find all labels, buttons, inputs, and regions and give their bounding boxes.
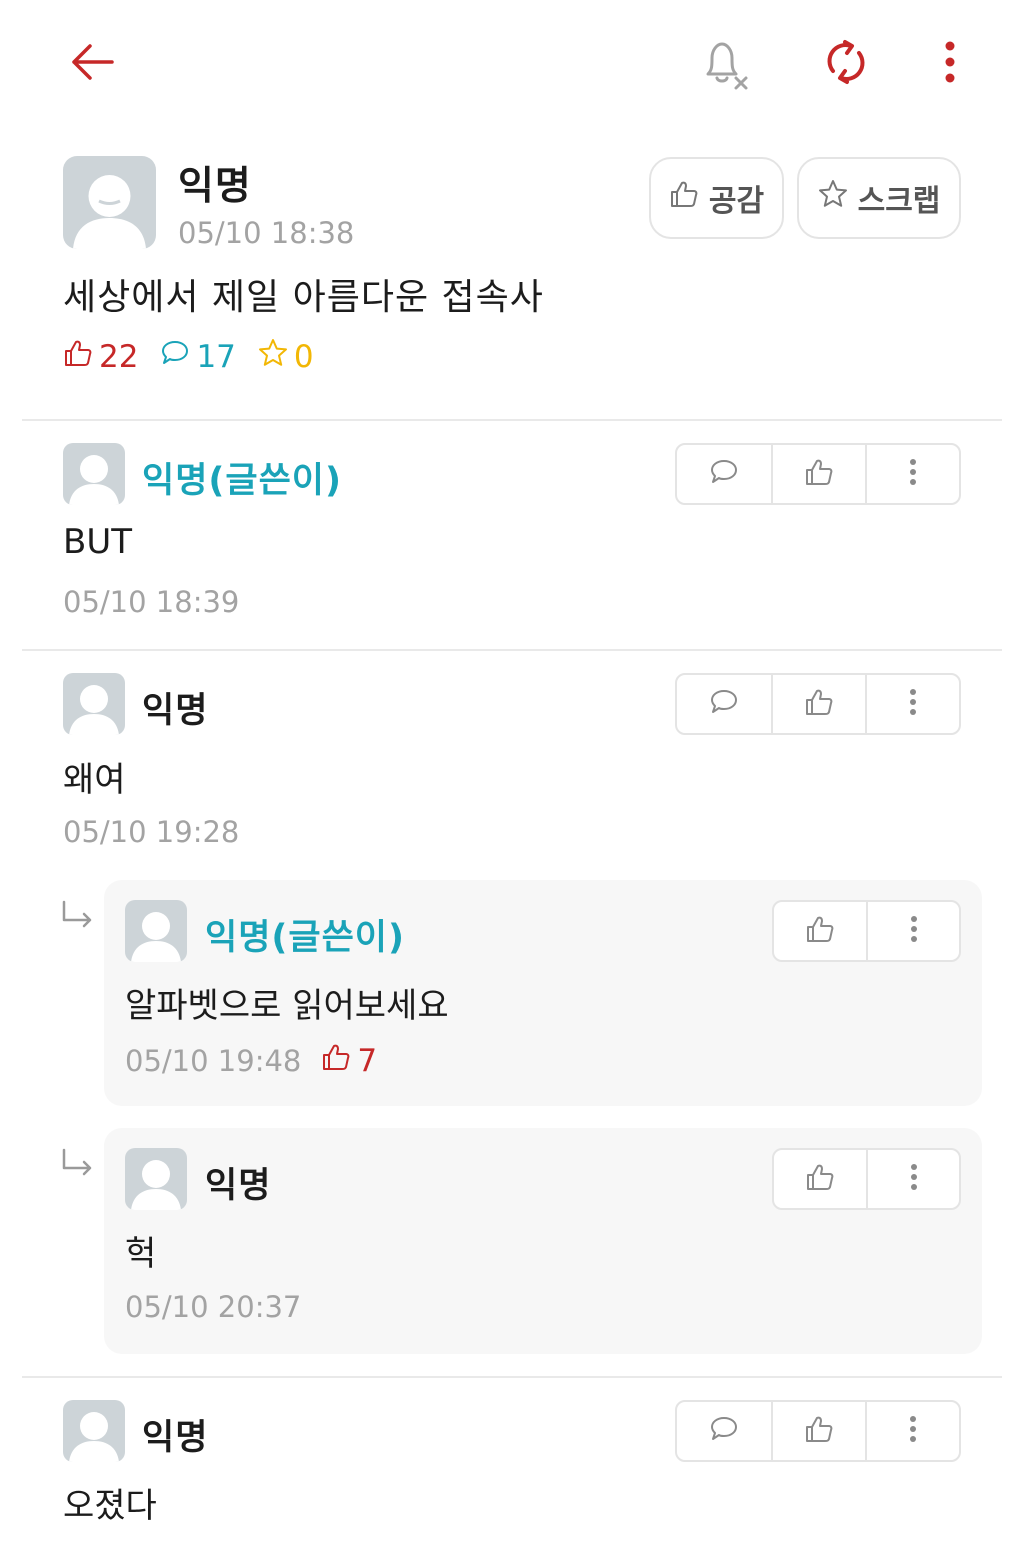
- speech-bubble-icon: [709, 1415, 739, 1447]
- thumbs-up-icon: [63, 338, 93, 376]
- post-time: 05/10 18:38: [178, 216, 355, 250]
- thumbs-up-icon: [805, 1162, 835, 1196]
- reply-button[interactable]: [677, 445, 771, 503]
- comment-author: 익명(글쓴이): [142, 461, 342, 501]
- top-bar: [0, 0, 1024, 120]
- comment-more-button[interactable]: [864, 445, 959, 503]
- comment-time: 05/10 19:48 7: [125, 1042, 378, 1080]
- thumbs-up-icon: [804, 687, 834, 721]
- more-vertical-icon: [910, 1163, 918, 1195]
- thumbs-up-icon: [321, 1042, 351, 1080]
- thumbs-up-icon: [805, 914, 835, 948]
- more-vertical-icon: [909, 1415, 917, 1447]
- like-button[interactable]: 공감: [649, 157, 784, 239]
- comment-time: 05/10 20:37: [125, 1290, 302, 1324]
- reply-arrow-icon: [60, 1148, 94, 1182]
- comment-text: BUT: [63, 522, 132, 562]
- speech-bubble-icon: [709, 688, 739, 720]
- comment-actions: [675, 673, 961, 735]
- comment-time: 05/10 18:39: [63, 585, 240, 619]
- like-button-label: 공감: [708, 184, 765, 219]
- comment-count: 17: [160, 339, 236, 375]
- post-title: 세상에서 제일 아름다운 접속사: [63, 277, 544, 318]
- more-vertical-icon: [910, 915, 918, 947]
- post-author: 익명: [178, 164, 252, 209]
- avatar: [63, 443, 125, 505]
- comment-more-button[interactable]: [866, 1150, 959, 1208]
- speech-bubble-icon: [709, 458, 739, 490]
- avatar: [125, 900, 187, 962]
- thumbs-up-icon: [804, 1414, 834, 1448]
- comment-actions: [772, 1148, 961, 1210]
- back-arrow-icon[interactable]: [62, 32, 122, 92]
- comment-author: 익명: [205, 1166, 272, 1206]
- more-vertical-icon: [909, 458, 917, 490]
- divider: [22, 419, 1002, 421]
- avatar: [63, 156, 156, 249]
- comment-author: 익명(글쓴이): [205, 918, 405, 958]
- comment-more-button[interactable]: [864, 675, 959, 733]
- comment-text: 오졌다: [63, 1486, 157, 1526]
- comment-author: 익명: [142, 691, 209, 731]
- comment-actions: [675, 1400, 961, 1462]
- reply-button[interactable]: [677, 1402, 771, 1460]
- like-comment-button[interactable]: [774, 1150, 866, 1208]
- article-page: 익명 05/10 18:38 공감 스크랩 세상에서 제일 아름다운 접속사 2…: [0, 0, 1024, 1549]
- avatar: [63, 673, 125, 735]
- more-vertical-icon: [909, 688, 917, 720]
- comment-actions: [675, 443, 961, 505]
- scrap-count: 0: [258, 338, 314, 376]
- more-vertical-icon[interactable]: [928, 32, 972, 92]
- reply-arrow-icon: [60, 900, 94, 934]
- divider: [22, 649, 1002, 651]
- reply-button[interactable]: [677, 675, 771, 733]
- comment-actions: [772, 900, 961, 962]
- comment-author: 익명: [142, 1418, 209, 1458]
- comment-more-button[interactable]: [866, 902, 959, 960]
- comment-time: 05/10 19:28: [63, 815, 240, 849]
- avatar: [63, 1400, 125, 1462]
- like-comment-button[interactable]: [774, 902, 866, 960]
- like-comment-button[interactable]: [770, 1402, 865, 1460]
- scrap-button[interactable]: 스크랩: [797, 157, 961, 239]
- thumbs-up-icon: [804, 457, 834, 491]
- like-comment-button[interactable]: [770, 675, 865, 733]
- thumbs-up-icon: [669, 179, 699, 217]
- comment-text: 알파벳으로 읽어보세요: [125, 986, 449, 1026]
- star-icon: [818, 179, 848, 217]
- like-count: 22: [63, 338, 138, 376]
- notification-off-icon[interactable]: [690, 32, 754, 96]
- comment-text: 왜여: [63, 760, 126, 800]
- comment-more-button[interactable]: [864, 1402, 959, 1460]
- comment-like-count: 7: [321, 1042, 377, 1080]
- comment-text: 헉: [125, 1234, 157, 1274]
- divider: [22, 1376, 1002, 1378]
- star-icon: [258, 338, 288, 376]
- scrap-button-label: 스크랩: [857, 184, 941, 219]
- refresh-icon[interactable]: [816, 32, 876, 92]
- avatar: [125, 1148, 187, 1210]
- post-stats: 22 17 0: [63, 338, 314, 376]
- like-comment-button[interactable]: [770, 445, 865, 503]
- speech-bubble-icon: [160, 339, 190, 375]
